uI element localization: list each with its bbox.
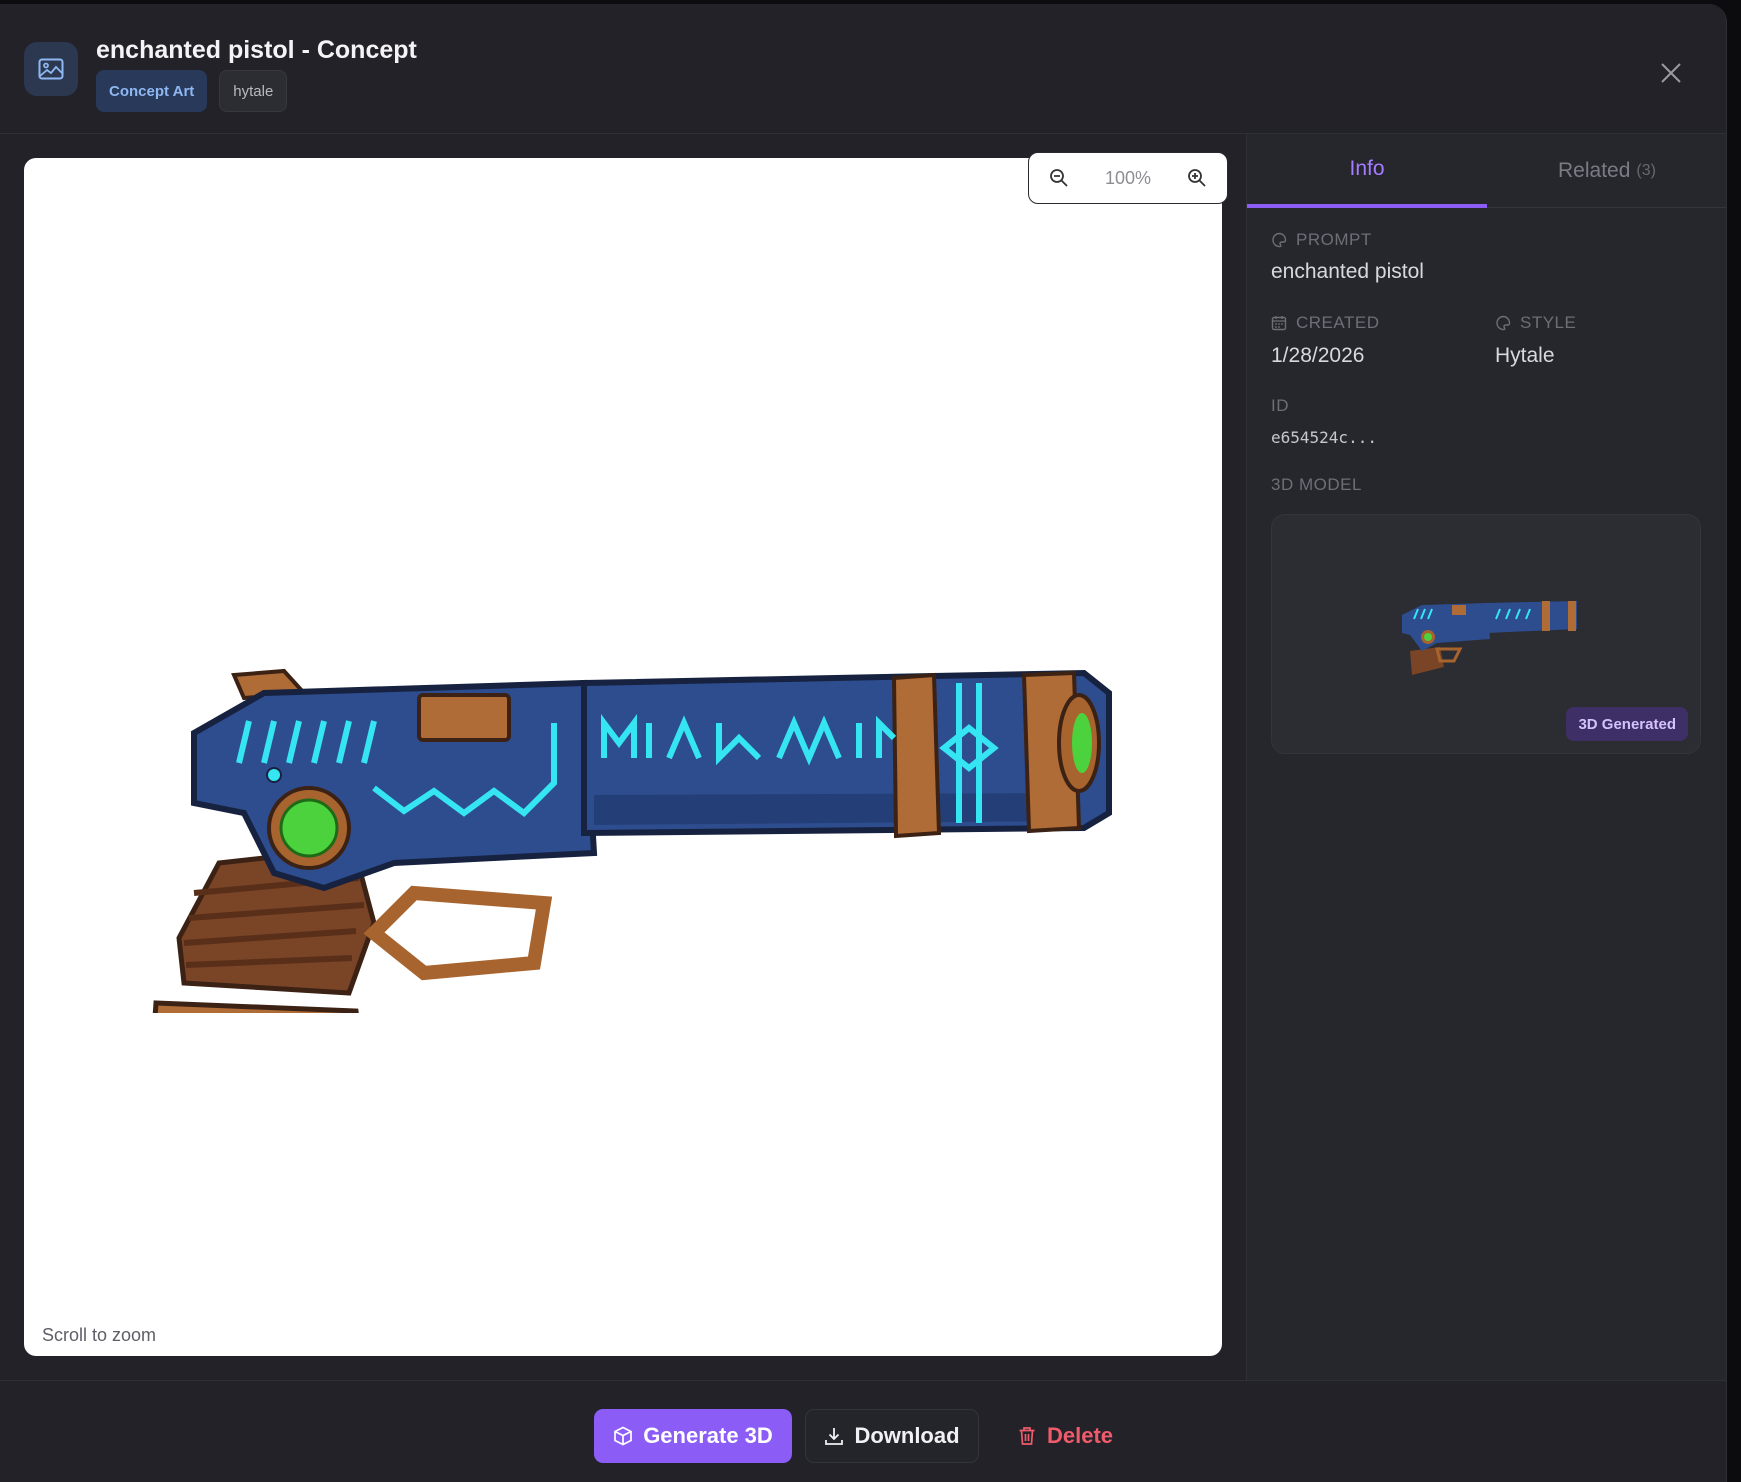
asset-detail-modal: enchanted pistol - Concept Concept Art h… bbox=[0, 4, 1727, 1482]
zoom-level: 100% bbox=[1104, 167, 1152, 188]
cube-icon bbox=[614, 1426, 633, 1446]
calendar-icon bbox=[1271, 316, 1287, 331]
concept-art-image bbox=[152, 668, 1112, 1013]
tab-info[interactable]: Info bbox=[1247, 134, 1487, 208]
created-label-row: CREATED bbox=[1271, 313, 1379, 333]
sidebar-tabs: Info Related (3) bbox=[1247, 134, 1726, 208]
tab-related-label: Related bbox=[1558, 159, 1631, 182]
style-label-row: STYLE bbox=[1495, 313, 1576, 333]
palette-icon bbox=[1272, 232, 1287, 248]
prompt-value: enchanted pistol bbox=[1271, 260, 1424, 283]
created-label: CREATED bbox=[1296, 313, 1380, 332]
prompt-label: PROMPT bbox=[1296, 230, 1372, 249]
model-preview-card[interactable]: 3D Generated bbox=[1271, 514, 1701, 754]
tab-info-label: Info bbox=[1349, 157, 1385, 180]
image-icon bbox=[24, 42, 78, 96]
download-icon bbox=[825, 1428, 844, 1445]
tag-hytale[interactable]: hytale bbox=[219, 70, 288, 112]
style-label: STYLE bbox=[1520, 313, 1577, 332]
tag-list: Concept Art hytale bbox=[96, 70, 288, 112]
model-label: 3D MODEL bbox=[1271, 475, 1362, 494]
generate-3d-button[interactable]: Generate 3D bbox=[594, 1409, 792, 1463]
page-title: enchanted pistol - Concept bbox=[96, 36, 417, 64]
prompt-label-row: PROMPT bbox=[1271, 230, 1372, 250]
model-thumbnail bbox=[1402, 601, 1577, 675]
download-label: Download bbox=[854, 1423, 960, 1448]
action-footer: Generate 3D Download Delete bbox=[0, 1380, 1726, 1482]
modal-header: enchanted pistol - Concept Concept Art h… bbox=[0, 4, 1726, 134]
model-status-badge: 3D Generated bbox=[1566, 707, 1688, 741]
close-icon bbox=[1661, 63, 1681, 83]
scroll-hint: Scroll to zoom bbox=[42, 1325, 157, 1345]
zoom-controls: 100% bbox=[1028, 152, 1228, 204]
tab-related[interactable]: Related (3) bbox=[1487, 134, 1726, 208]
zoom-in-button[interactable] bbox=[1185, 166, 1209, 190]
zoom-out-icon bbox=[1050, 169, 1068, 187]
generate-3d-label: Generate 3D bbox=[643, 1423, 773, 1448]
palette-icon bbox=[1496, 315, 1511, 331]
details-sidebar: Info Related (3) PROMPT enchanted pistol… bbox=[1246, 134, 1726, 1384]
delete-button[interactable]: Delete bbox=[1010, 1409, 1120, 1463]
close-button[interactable] bbox=[1654, 56, 1688, 90]
related-count: (3) bbox=[1636, 162, 1656, 179]
tag-concept-art[interactable]: Concept Art bbox=[96, 70, 208, 112]
id-label: ID bbox=[1271, 396, 1289, 415]
id-value: e654524c... bbox=[1271, 428, 1377, 447]
delete-label: Delete bbox=[1046, 1423, 1114, 1448]
style-value: Hytale bbox=[1495, 344, 1555, 367]
zoom-out-button[interactable] bbox=[1047, 166, 1071, 190]
download-button[interactable]: Download bbox=[805, 1409, 979, 1463]
trash-icon bbox=[1019, 1427, 1035, 1445]
created-value: 1/28/2026 bbox=[1271, 344, 1365, 367]
zoom-in-icon bbox=[1188, 169, 1206, 187]
image-viewer[interactable]: Scroll to zoom bbox=[24, 158, 1222, 1356]
